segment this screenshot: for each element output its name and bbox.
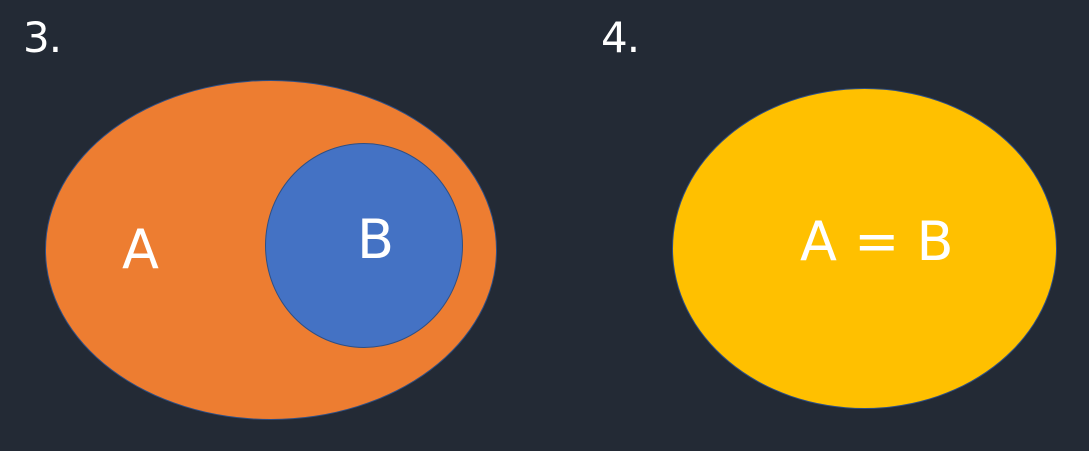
diagram-number-4: 4. [601, 13, 640, 62]
diagram-canvas: 3. 4. A B A = B [0, 0, 1089, 451]
set-b-label: B [357, 208, 395, 271]
equal-sets-label: A = B [800, 210, 954, 273]
diagram-number-3: 3. [23, 13, 62, 62]
set-a-label: A [122, 218, 159, 281]
